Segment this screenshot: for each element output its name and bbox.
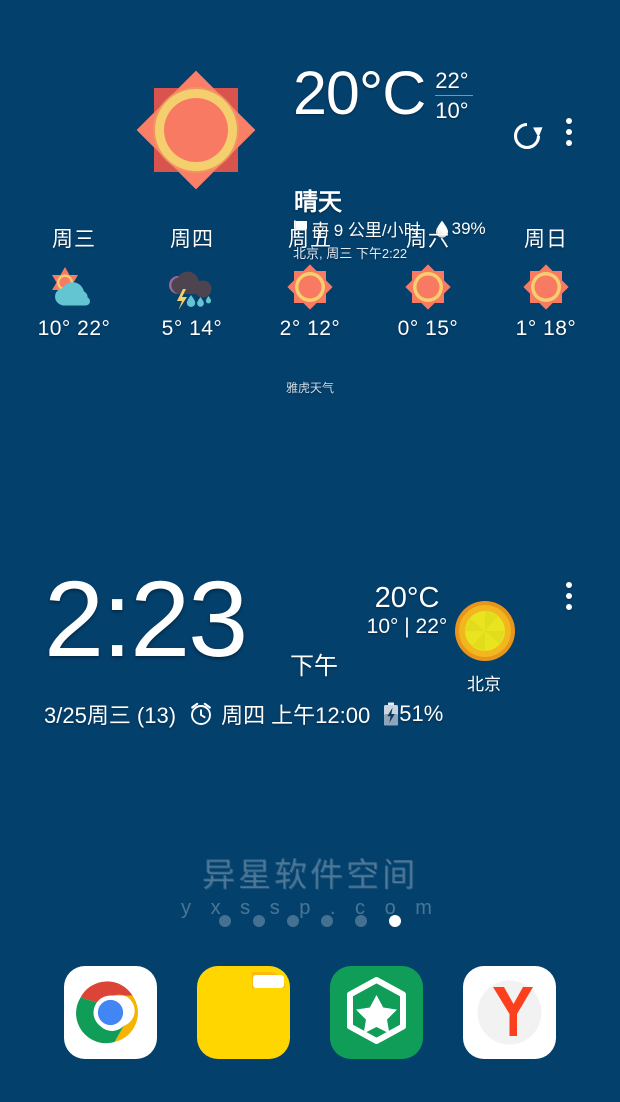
battery-percent: 51% <box>399 701 444 726</box>
high-low-divider <box>435 95 474 96</box>
forecast-day-0[interactable]: 周三 10° 22° <box>15 223 133 341</box>
weather-widget[interactable]: 20°C 22° 10° 晴天 南 9 公里/小时 39% 北京, 周三 下午2… <box>0 46 620 395</box>
high-temperature: 22° <box>435 68 469 93</box>
forecast-day-2[interactable]: 周五 2° 12° <box>251 223 369 341</box>
sunny-icon <box>369 259 487 315</box>
partly-cloudy-icon <box>15 259 133 315</box>
forecast-day-label: 周日 <box>524 228 568 251</box>
overflow-menu-icon[interactable] <box>560 118 578 154</box>
forecast-day-label: 周三 <box>52 228 96 251</box>
sunny-icon <box>131 65 261 195</box>
thunderstorm-icon <box>133 259 251 315</box>
weather-current-row: 20°C 22° 10° 晴天 南 9 公里/小时 39% 北京, 周三 下午2… <box>0 46 620 261</box>
clock-status-row: 3/25周三 (13) 周四 上午12:00 51% <box>44 698 443 730</box>
high-low-block: 22° 10° <box>435 68 474 123</box>
sun-disc-icon <box>454 600 516 662</box>
alarm-time: 周四 上午12:00 <box>221 703 371 728</box>
page-dot-active[interactable] <box>389 915 401 927</box>
alarm-clock-icon <box>189 702 213 726</box>
low-temperature: 10° <box>435 98 469 123</box>
clock-weather-range: 10° | 22° <box>366 615 448 638</box>
forecast-temps: 1° 18° <box>515 317 577 340</box>
current-temperature: 20°C <box>293 59 426 127</box>
weather-condition: 晴天 <box>294 189 342 216</box>
clock-widget[interactable]: 2:23 下午 20°C 10° | 22° 北京 3/25周三 (13) 周四… <box>0 560 620 745</box>
forecast-temps: 0° 15° <box>397 317 459 340</box>
watermark-chinese: 异星软件空间 <box>202 856 418 893</box>
forecast-temps: 2° 12° <box>279 317 341 340</box>
menu-dot <box>566 140 572 146</box>
refresh-icon[interactable] <box>511 120 543 152</box>
clock-weather-city: 北京 <box>467 675 501 694</box>
sunny-icon <box>251 259 369 315</box>
weather-temperature-block: 20°C 22° 10° <box>293 59 474 127</box>
clock-weather-block[interactable]: 20°C 10° | 22° <box>352 582 462 640</box>
page-dot[interactable] <box>321 915 333 927</box>
battery-charging-icon <box>383 702 399 726</box>
clock-date: 3/25周三 (13) <box>44 703 177 728</box>
page-dot[interactable] <box>287 915 299 927</box>
clock-ampm: 下午 <box>290 653 338 680</box>
dock-item-yandex-browser[interactable] <box>463 966 556 1059</box>
dock-item-chrome[interactable] <box>64 966 157 1059</box>
menu-dot <box>566 582 572 588</box>
overflow-menu-icon[interactable] <box>560 582 578 618</box>
clock-weather-temp: 20°C <box>374 582 440 614</box>
dock <box>0 966 620 1059</box>
menu-dot <box>566 129 572 135</box>
page-dot[interactable] <box>253 915 265 927</box>
dock-item-file-manager[interactable] <box>197 966 290 1059</box>
home-screen: 20°C 22° 10° 晴天 南 9 公里/小时 39% 北京, 周三 下午2… <box>0 0 620 1102</box>
sunny-icon <box>487 259 605 315</box>
page-dot[interactable] <box>355 915 367 927</box>
watermark: 异星软件空间 y x s s p . c o m <box>0 856 620 920</box>
page-dot[interactable] <box>219 915 231 927</box>
weather-forecast-row: 周三 10° 22° 周四 5° 14° 周五 2° 12° 周六 0° 15°… <box>15 223 605 341</box>
menu-dot <box>566 118 572 124</box>
forecast-day-label: 周四 <box>170 228 214 251</box>
forecast-day-4[interactable]: 周日 1° 18° <box>487 223 605 341</box>
forecast-day-label: 周五 <box>288 228 332 251</box>
forecast-temps: 5° 14° <box>161 317 223 340</box>
menu-dot <box>566 604 572 610</box>
menu-dot <box>566 593 572 599</box>
forecast-day-1[interactable]: 周四 5° 14° <box>133 223 251 341</box>
forecast-day-3[interactable]: 周六 0° 15° <box>369 223 487 341</box>
page-indicator[interactable] <box>0 915 620 927</box>
dock-item-security-app[interactable] <box>330 966 423 1059</box>
forecast-temps: 10° 22° <box>37 317 111 340</box>
weather-attribution[interactable]: 雅虎天气 <box>0 379 620 396</box>
forecast-day-label: 周六 <box>406 228 450 251</box>
clock-time[interactable]: 2:23 <box>44 564 248 674</box>
